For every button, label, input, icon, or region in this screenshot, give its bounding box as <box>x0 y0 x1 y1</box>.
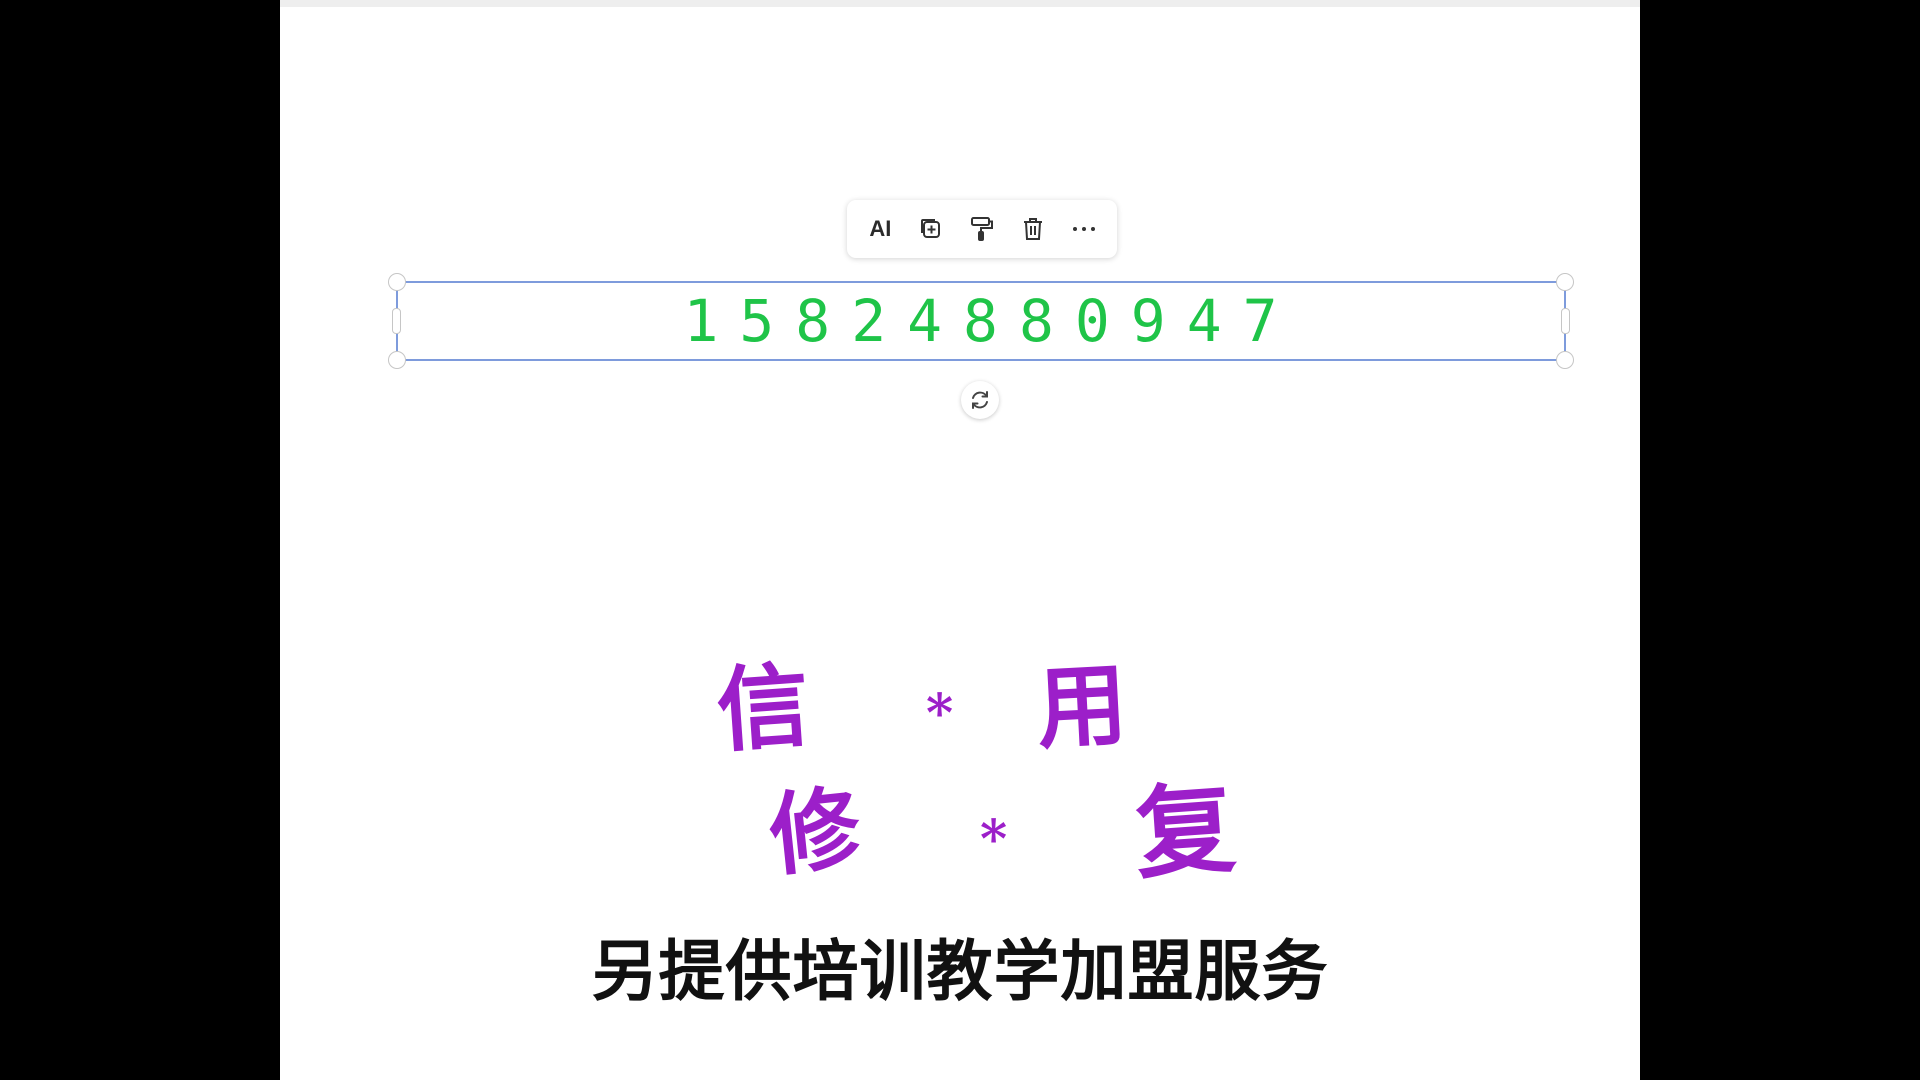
resize-handle-left[interactable] <box>392 308 401 334</box>
format-painter-button[interactable] <box>962 209 1002 249</box>
phone-number-text[interactable]: 15824880947 <box>398 283 1564 359</box>
calligraphy-char-xiu: 修 <box>764 774 866 890</box>
video-subtitle: 另提供培训教学加盟服务 <box>591 933 1329 1010</box>
delete-button[interactable] <box>1013 209 1053 249</box>
selected-textbox[interactable]: 15824880947 <box>388 273 1574 369</box>
calligraphy-char-xin: 信 <box>713 650 813 766</box>
resize-handle-bottom-right[interactable] <box>1556 351 1574 369</box>
calligraphy-separator: * <box>926 683 954 744</box>
resize-handle-top-left[interactable] <box>388 273 406 291</box>
resize-handle-bottom-left[interactable] <box>388 351 406 369</box>
resize-handle-top-right[interactable] <box>1556 273 1574 291</box>
calligraphy-char-fu: 复 <box>1131 768 1239 894</box>
more-icon <box>1072 227 1095 231</box>
trash-icon <box>1023 218 1042 240</box>
resize-handle-right[interactable] <box>1561 308 1570 334</box>
more-button[interactable] <box>1064 209 1104 249</box>
calligraphy-char-yong: 用 <box>1034 651 1130 763</box>
floating-toolbar: AI <box>847 200 1117 258</box>
rotate-button[interactable] <box>961 381 999 419</box>
duplicate-button[interactable] <box>911 209 951 249</box>
rotate-icon <box>972 391 988 409</box>
canvas-top-edge <box>280 0 1640 7</box>
calligraphy-separator: * <box>980 809 1008 870</box>
ai-button[interactable]: AI <box>860 209 900 249</box>
copy-add-icon <box>921 219 941 238</box>
format-painter-icon <box>970 217 993 241</box>
